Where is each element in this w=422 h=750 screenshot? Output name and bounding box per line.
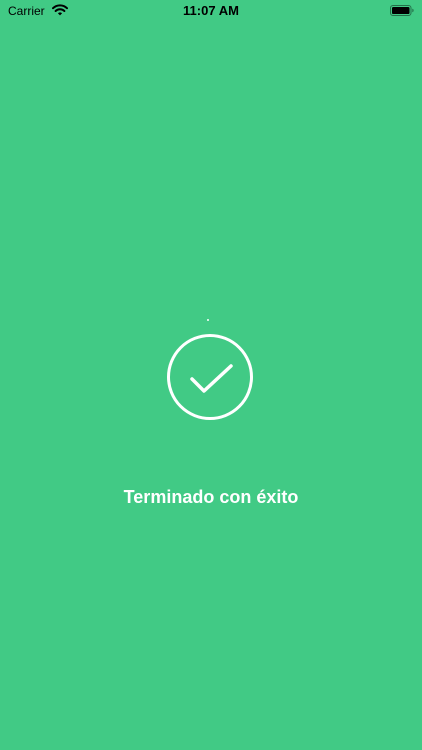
checkmark-circle-icon: [167, 334, 253, 420]
success-message: Terminado con éxito: [123, 487, 299, 507]
battery-icon: [390, 5, 414, 16]
status-bar: Carrier 11:07 AM: [0, 0, 422, 22]
status-time: 11:07 AM: [183, 3, 239, 18]
activity-dot: [207, 319, 209, 321]
